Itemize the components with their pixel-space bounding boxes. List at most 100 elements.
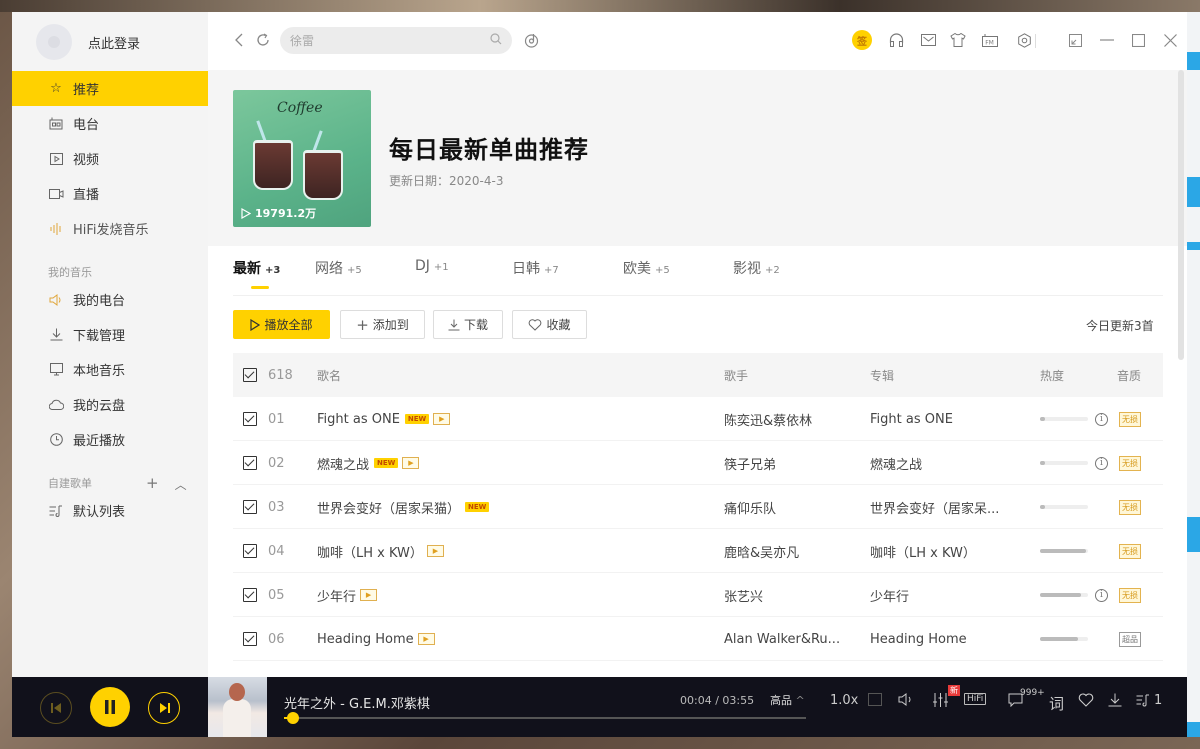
comments-button[interactable]: 999+ <box>1008 688 1045 707</box>
desktop-lyrics-icon[interactable] <box>868 693 882 706</box>
song-title[interactable]: 咖啡（LH x KW） <box>317 542 423 561</box>
mv-play-icon[interactable]: ▶ <box>402 457 420 469</box>
sidebar-item-recommend[interactable]: ☆ 推荐 <box>12 71 208 106</box>
collapse-chevron-icon[interactable]: ︿ <box>175 476 187 493</box>
login-link[interactable]: 点此登录 <box>88 33 140 52</box>
sign-in-badge-icon[interactable]: 签 <box>852 30 872 50</box>
add-playlist-icon[interactable]: + <box>146 474 159 493</box>
settings-icon[interactable] <box>1014 30 1034 50</box>
download-button[interactable]: 下载 <box>433 310 503 339</box>
sidebar-item-cloud[interactable]: 我的云盘 <box>12 387 208 422</box>
mv-play-icon[interactable]: ▶ <box>433 413 451 425</box>
song-album[interactable]: 少年行 <box>870 573 1020 617</box>
tab-jp-kr[interactable]: 日韩 +7 <box>512 258 623 278</box>
sidebar-item-radio[interactable]: 电台 <box>12 106 208 141</box>
song-album[interactable]: 燃魂之战 <box>870 441 1020 485</box>
info-icon[interactable]: i <box>1095 588 1108 602</box>
maximize-icon[interactable] <box>1128 30 1148 50</box>
now-playing-title[interactable]: 光年之外 - G.E.M.邓紫棋 <box>284 693 430 712</box>
sidebar-item-hifi[interactable]: HiFi发烧音乐 <box>12 211 208 246</box>
playback-speed-button[interactable]: 1.0x <box>830 693 858 708</box>
lyrics-button[interactable]: 词 <box>1049 693 1064 714</box>
song-artist[interactable]: 痛仰乐队 <box>724 485 859 529</box>
refresh-icon[interactable] <box>253 30 273 50</box>
progress-bar[interactable] <box>284 712 806 724</box>
song-album[interactable]: 世界会变好（居家呆... <box>870 485 1020 529</box>
pause-button[interactable] <box>90 687 130 727</box>
song-row[interactable]: 01 Fight as ONE NEW ▶ 陈奕迅&蔡依林 Fight as ONE… <box>233 397 1163 441</box>
song-title[interactable]: 燃魂之战 <box>317 454 369 473</box>
listen-identify-icon[interactable] <box>521 30 541 50</box>
equalizer-icon[interactable] <box>933 693 948 707</box>
song-album[interactable]: Fight as ONE <box>870 397 1020 441</box>
search-input[interactable] <box>290 33 490 48</box>
fm-radio-icon[interactable]: FM <box>980 30 1000 50</box>
song-checkbox[interactable] <box>243 544 257 558</box>
download-icon[interactable] <box>1108 693 1122 707</box>
search-icon[interactable] <box>490 33 502 48</box>
song-title[interactable]: Fight as ONE <box>317 412 400 427</box>
song-checkbox[interactable] <box>243 456 257 470</box>
song-artist[interactable]: 陈奕迅&蔡依林 <box>724 397 859 441</box>
sidebar-item-downloads[interactable]: 下载管理 <box>12 317 208 352</box>
sidebar-item-default-playlist[interactable]: 默认列表 <box>12 493 208 528</box>
song-row[interactable]: 05 少年行 ▶ 张艺兴 少年行 i 无损 <box>233 573 1163 617</box>
song-artist[interactable]: 筷子兄弟 <box>724 441 859 485</box>
tab-film-tv[interactable]: 影视 +2 <box>733 258 780 278</box>
playlist-queue-button[interactable]: 1 <box>1136 693 1162 708</box>
back-icon[interactable] <box>228 30 248 50</box>
progress-knob[interactable] <box>286 712 299 724</box>
sidebar-item-my-radio[interactable]: 我的电台 <box>12 282 208 317</box>
select-all-checkbox[interactable] <box>243 368 257 382</box>
song-row[interactable]: 04 咖啡（LH x KW） ▶ 鹿晗&吴亦凡 咖啡（LH x KW） 无损 <box>233 529 1163 573</box>
song-checkbox[interactable] <box>243 500 257 514</box>
song-title[interactable]: 少年行 <box>317 586 356 605</box>
tab-dj[interactable]: DJ +1 <box>415 258 512 278</box>
now-playing-album-art[interactable] <box>208 677 267 737</box>
playlist-cover-image[interactable]: Coffee 19791.2万 <box>233 90 371 227</box>
previous-track-button[interactable] <box>40 692 72 724</box>
mv-play-icon[interactable]: ▶ <box>360 589 378 601</box>
tab-western[interactable]: 欧美 +5 <box>623 258 733 278</box>
info-icon[interactable]: i <box>1095 456 1108 470</box>
info-icon[interactable]: i <box>1095 412 1108 426</box>
sidebar-item-video[interactable]: 视频 <box>12 141 208 176</box>
song-artist[interactable]: 鹿晗&吴亦凡 <box>724 529 859 573</box>
mail-icon[interactable] <box>918 30 938 50</box>
sidebar-item-recent[interactable]: 最近播放 <box>12 422 208 457</box>
song-album[interactable]: 咖啡（LH x KW） <box>870 529 1020 573</box>
song-title[interactable]: Heading Home <box>317 632 414 647</box>
tab-latest[interactable]: 最新 +3 <box>233 258 315 289</box>
play-all-button[interactable]: 播放全部 <box>233 310 330 339</box>
quality-selector[interactable]: 高品 ^ <box>770 692 805 708</box>
song-artist[interactable]: Alan Walker&Ru... <box>724 617 859 661</box>
sidebar-item-local-music[interactable]: 本地音乐 <box>12 352 208 387</box>
heart-icon[interactable] <box>1078 693 1094 707</box>
headphones-icon[interactable] <box>886 30 906 50</box>
avatar[interactable] <box>36 24 72 60</box>
song-checkbox[interactable] <box>243 412 257 426</box>
song-checkbox[interactable] <box>243 588 257 602</box>
scrollbar[interactable] <box>1178 70 1184 360</box>
close-icon[interactable] <box>1160 30 1180 50</box>
song-album[interactable]: Heading Home <box>870 617 1020 661</box>
add-to-button[interactable]: + 添加到 <box>340 310 425 339</box>
mini-mode-icon[interactable] <box>1065 30 1085 50</box>
song-title[interactable]: 世界会变好（居家呆猫） <box>317 498 460 517</box>
mv-play-icon[interactable]: ▶ <box>417 633 435 645</box>
song-artist[interactable]: 张艺兴 <box>724 573 859 617</box>
sidebar-item-live[interactable]: 直播 <box>12 176 208 211</box>
volume-icon[interactable] <box>898 693 914 706</box>
search-box[interactable] <box>280 27 512 54</box>
login-area[interactable]: 点此登录 <box>36 24 140 60</box>
song-row[interactable]: 06 Heading Home ▶ Alan Walker&Ru... Headi… <box>233 617 1163 661</box>
song-row[interactable]: 03 世界会变好（居家呆猫） NEW 痛仰乐队 世界会变好（居家呆... 无损 <box>233 485 1163 529</box>
song-checkbox[interactable] <box>243 632 257 646</box>
tab-network[interactable]: 网络 +5 <box>315 258 415 278</box>
minimize-icon[interactable] <box>1097 30 1117 50</box>
next-track-button[interactable] <box>148 692 180 724</box>
mv-play-icon[interactable]: ▶ <box>426 545 444 557</box>
favorite-button[interactable]: 收藏 <box>512 310 587 339</box>
skin-shirt-icon[interactable] <box>948 30 968 50</box>
hifi-button[interactable]: HiFi <box>964 693 987 705</box>
